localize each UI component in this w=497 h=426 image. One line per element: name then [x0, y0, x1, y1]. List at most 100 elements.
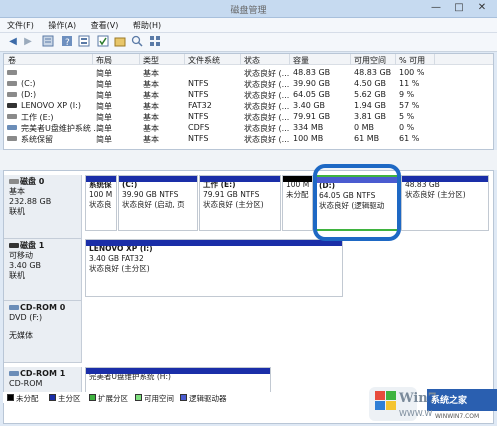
- help-icon[interactable]: ?: [60, 35, 74, 49]
- search-icon[interactable]: [130, 35, 144, 49]
- disk-icon: [9, 179, 19, 184]
- minimize-button[interactable]: —: [424, 0, 448, 16]
- disk-size: 3.40 GB: [9, 261, 42, 270]
- disk-name: CD-ROM 1: [20, 369, 66, 378]
- disk-name: CD-ROM 0: [20, 303, 66, 312]
- menu-file[interactable]: 文件(F): [0, 18, 39, 31]
- cell-percent: 9 %: [399, 90, 415, 99]
- menu-bar: 文件(F) 操作(A) 查看(V) 帮助(H): [0, 18, 497, 33]
- table-row[interactable]: (C:) 简单 基本 NTFS 状态良好 (... 39.90 GB 4.50 …: [4, 78, 493, 89]
- list-view-icon[interactable]: [77, 35, 91, 49]
- cell-volume: (C:): [21, 79, 36, 88]
- legend-swatch-free: [135, 394, 142, 401]
- table-row[interactable]: (D:) 简单 基本 NTFS 状态良好 (... 64.05 GB 5.62 …: [4, 89, 493, 100]
- cell-type: 基本: [143, 135, 159, 144]
- disk-size: 232.88 GB: [9, 197, 52, 206]
- partition-unallocated[interactable]: 100 M 未分配: [282, 175, 313, 231]
- disk-type: 可移动: [9, 251, 33, 260]
- partition-e[interactable]: 工作 (E:) 79.91 GB NTFS 状态良好 (主分区): [199, 175, 281, 231]
- col-percent-free[interactable]: % 可用: [399, 55, 425, 66]
- col-status[interactable]: 状态: [244, 55, 260, 66]
- cell-free: 61 MB: [354, 134, 380, 143]
- col-layout[interactable]: 布局: [96, 55, 112, 66]
- cell-percent: 5 %: [399, 112, 415, 121]
- legend-swatch-extended: [89, 394, 96, 401]
- removable-disk-icon: [9, 243, 19, 248]
- cell-status: 状态良好 (...: [244, 135, 290, 144]
- legend-swatch-logical: [180, 394, 187, 401]
- title-bar: 磁盘管理 — □ ✕: [0, 0, 497, 18]
- cell-capacity: 334 MB: [293, 123, 324, 132]
- menu-action[interactable]: 操作(A): [41, 18, 81, 31]
- cell-volume: (D:): [21, 90, 37, 99]
- cd-icon: [9, 305, 19, 310]
- col-free[interactable]: 可用空间: [354, 55, 386, 66]
- maximize-button[interactable]: □: [447, 0, 471, 16]
- legend-swatch-unallocated: [7, 394, 14, 401]
- drive-icon: [7, 134, 18, 143]
- cell-filesystem: NTFS: [188, 134, 209, 143]
- disk-state: 无媒体: [9, 331, 33, 340]
- col-filesystem[interactable]: 文件系统: [188, 55, 220, 66]
- menu-view[interactable]: 查看(V): [84, 18, 124, 31]
- volume-list-header: 卷 布局 类型 文件系统 状态 容量 可用空间 % 可用: [4, 54, 493, 65]
- watermark: Win7 系统之家 WWW.W WINWIN7.COM: [369, 381, 497, 424]
- cell-percent: 11 %: [399, 79, 420, 88]
- splitter[interactable]: [0, 150, 497, 170]
- table-row[interactable]: 工作 (E:) 简单 基本 NTFS 状态良好 (... 79.91 GB 3.…: [4, 111, 493, 122]
- col-type[interactable]: 类型: [143, 55, 159, 66]
- drive-icon: [7, 79, 18, 88]
- cell-capacity: 64.05 GB: [293, 90, 331, 99]
- cell-free: 4.50 GB: [354, 79, 387, 88]
- svg-text:?: ?: [65, 38, 70, 47]
- drive-icon: [7, 68, 18, 77]
- cell-percent: 100 %: [399, 68, 425, 77]
- disk-1-label[interactable]: 磁盘 1 可移动 3.40 GB 联机: [4, 239, 82, 301]
- menu-help[interactable]: 帮助(H): [126, 18, 166, 31]
- table-row[interactable]: 系统保留 简单 基本 NTFS 状态良好 (... 100 MB 61 MB 6…: [4, 133, 493, 144]
- disk-name: 磁盘 0: [20, 177, 45, 186]
- close-button[interactable]: ✕: [470, 0, 494, 16]
- cell-free: 1.94 GB: [354, 101, 387, 110]
- cell-percent: 0 %: [399, 123, 415, 132]
- disk-type: CD-ROM: [9, 379, 43, 388]
- volume-list: 卷 布局 类型 文件系统 状态 容量 可用空间 % 可用 简单 基本 状态良好 …: [3, 53, 494, 150]
- legend-logical: 逻辑驱动器: [189, 394, 227, 403]
- cell-filesystem: FAT32: [188, 101, 212, 110]
- table-row[interactable]: 简单 基本 状态良好 (... 48.83 GB 48.83 GB 100 %: [4, 67, 493, 78]
- cell-filesystem: NTFS: [188, 90, 209, 99]
- partition-c[interactable]: (C:) 39.90 GB NTFS 状态良好 (启动, 页: [118, 175, 198, 231]
- cell-capacity: 39.90 GB: [293, 79, 331, 88]
- partition-h[interactable]: 完美者U盘维护系统 (H:): [85, 367, 271, 393]
- grid-view-icon[interactable]: [148, 35, 162, 49]
- removable-drive-icon: [7, 101, 18, 110]
- disk-name: 磁盘 1: [20, 241, 45, 250]
- cell-capacity: 3.40 GB: [293, 101, 326, 110]
- back-icon[interactable]: ◀: [6, 35, 20, 49]
- cell-filesystem: NTFS: [188, 112, 209, 121]
- table-row[interactable]: LENOVO XP (I:) 简单 基本 FAT32 状态良好 (... 3.4…: [4, 100, 493, 111]
- cell-capacity: 100 MB: [293, 134, 324, 143]
- highlight-circle: [313, 164, 401, 241]
- legend-free: 可用空间: [144, 394, 174, 403]
- open-icon[interactable]: [113, 35, 127, 49]
- table-row[interactable]: 完美者U盘维护系统 ... 简单 基本 CDFS 状态良好 (... 334 M…: [4, 122, 493, 133]
- cell-free: 5.62 GB: [354, 90, 387, 99]
- cell-capacity: 48.83 GB: [293, 68, 331, 77]
- cell-volume: 系统保留: [21, 135, 53, 144]
- cd-icon: [9, 371, 19, 376]
- properties-icon[interactable]: [41, 35, 55, 49]
- partition-48gb[interactable]: 48.83 GB 状态良好 (主分区): [401, 175, 489, 231]
- drive-icon: [7, 112, 18, 121]
- toolbar: ◀ ▶ ?: [0, 33, 497, 52]
- cell-filesystem: NTFS: [188, 79, 209, 88]
- col-capacity[interactable]: 容量: [293, 55, 309, 66]
- partition-system-reserved[interactable]: 系统保 100 M 状态良: [85, 175, 117, 231]
- partition-i[interactable]: LENOVO XP (I:) 3.40 GB FAT32 状态良好 (主分区): [85, 239, 343, 297]
- forward-icon[interactable]: ▶: [21, 35, 35, 49]
- disk-0-label[interactable]: 磁盘 0 基本 232.88 GB 联机: [4, 175, 82, 239]
- cell-capacity: 79.91 GB: [293, 112, 331, 121]
- check-icon[interactable]: [96, 35, 110, 49]
- col-volume[interactable]: 卷: [8, 55, 16, 66]
- cdrom-0-label[interactable]: CD-ROM 0 DVD (F:) 无媒体: [4, 301, 82, 363]
